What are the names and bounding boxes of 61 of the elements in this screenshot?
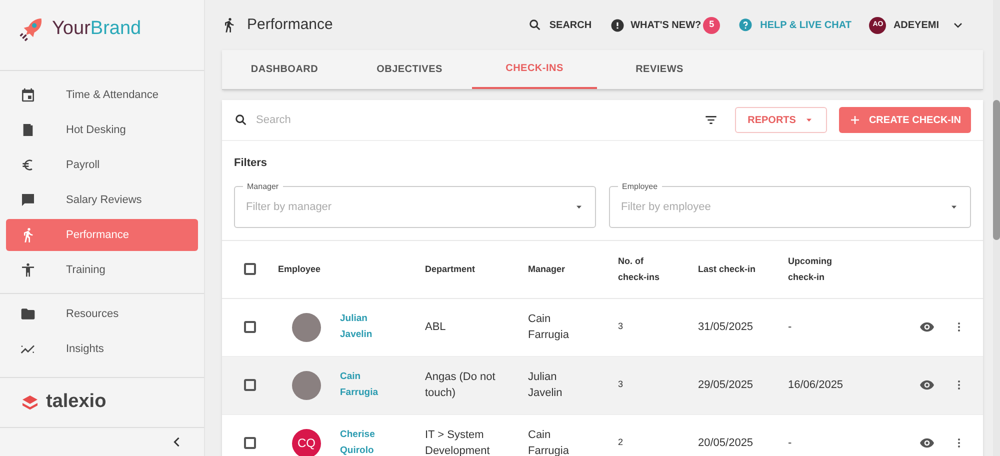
- sidebar-item[interactable]: Resources: [6, 298, 198, 330]
- brand-name: YourBrand: [52, 16, 142, 41]
- folder-icon: [20, 306, 36, 322]
- field-label: Employee: [618, 180, 662, 192]
- table-cell-text: 20/05/2025: [698, 436, 754, 451]
- search-button[interactable]: SEARCH: [528, 18, 592, 32]
- person-icon: [20, 262, 36, 278]
- whats-new-button[interactable]: WHAT'S NEW?: [610, 18, 702, 32]
- table-cell-text: -: [788, 436, 793, 451]
- tab[interactable]: DASHBOARD: [222, 50, 347, 89]
- table-cell-text: 16/06/2025: [788, 378, 844, 393]
- checkbox[interactable]: [244, 321, 256, 333]
- sidebar-item[interactable]: Hot Desking: [6, 114, 198, 146]
- search-icon: [528, 18, 542, 32]
- sidebar-item[interactable]: Payroll: [6, 149, 198, 181]
- notification-badge: 5: [703, 16, 720, 34]
- column-header: Manager: [528, 263, 566, 276]
- tab[interactable]: REVIEWS: [597, 50, 722, 89]
- filters-heading: Filters: [234, 156, 268, 171]
- table-cell-text: -: [788, 320, 793, 335]
- column-header: Upcoming check-in: [788, 255, 833, 284]
- table-row[interactable]: Cain Farrugia Angas (Do not touch) Julian Javelin 3 29/05/2025 16/06/2025: [222, 356, 983, 414]
- table-row[interactable]: CQ Cherise Quirolo IT > System Development Cain Farrugia 2 20/05/2025 -: [222, 414, 983, 456]
- table-cell-text: Julian Javelin: [528, 370, 564, 401]
- column-header: No. of check-ins: [618, 255, 661, 284]
- help-icon: [738, 18, 754, 32]
- sidebar-item[interactable]: Salary Reviews: [6, 184, 198, 216]
- table-cell-text: Cain Farrugia: [528, 312, 570, 343]
- column-header: Employee: [278, 263, 322, 276]
- page-title: Performance: [247, 14, 333, 35]
- field-label: Manager: [243, 180, 283, 192]
- table-cell-text: 31/05/2025: [698, 320, 754, 335]
- table-cell-text: 29/05/2025: [698, 378, 754, 393]
- table-cell-text: 3: [618, 378, 624, 392]
- search-icon: [234, 113, 248, 127]
- table-cell-text: Cain Farrugia: [528, 428, 570, 456]
- layers-icon: [20, 392, 40, 412]
- photo-placeholder: [292, 370, 321, 400]
- table-cell-text: Angas (Do not touch): [425, 370, 496, 401]
- table-cell-text: 3: [618, 320, 624, 334]
- checkbox[interactable]: [244, 379, 256, 391]
- plus-icon: [848, 114, 861, 126]
- checkbox[interactable]: [244, 263, 256, 275]
- sidebar-item[interactable]: Insights: [6, 333, 198, 365]
- sidebar-item[interactable]: Time & Attendance: [6, 79, 198, 111]
- tab[interactable]: OBJECTIVES: [347, 50, 472, 89]
- column-header: Last check-in: [698, 263, 757, 276]
- search-field[interactable]: Search: [256, 112, 556, 128]
- table-cell-text: ABL: [425, 320, 447, 335]
- table-cell-text: 2: [618, 436, 624, 450]
- calendar-icon: [20, 87, 36, 103]
- checkbox[interactable]: [244, 437, 256, 449]
- column-header: Department: [425, 263, 476, 276]
- table-row[interactable]: Julian Javelin ABL Cain Farrugia 3 31/05/2025 -: [222, 298, 983, 356]
- table-cell-text: IT > System Development: [425, 428, 491, 456]
- talexio-logo-text: talexio: [46, 390, 106, 414]
- feedback-icon: [20, 192, 36, 208]
- avatar: CQ: [292, 428, 321, 456]
- sidebar-item[interactable]: Training: [6, 254, 198, 286]
- photo-placeholder: [292, 312, 321, 342]
- alert-badge-icon: [610, 18, 625, 32]
